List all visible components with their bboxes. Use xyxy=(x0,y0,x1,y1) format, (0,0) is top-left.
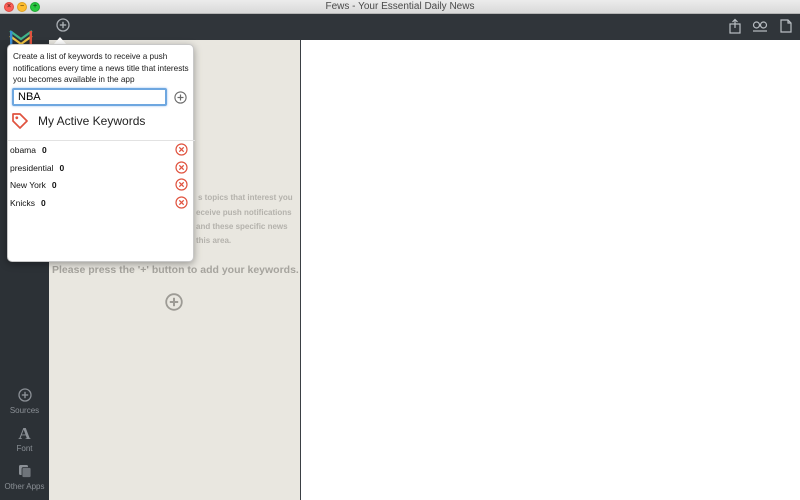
tag-icon xyxy=(12,113,28,129)
remove-keyword-icon[interactable] xyxy=(175,195,188,209)
empty-state-title: Please press the '+' button to add your … xyxy=(52,264,299,276)
sidebar-item-label: Font xyxy=(16,444,33,453)
apps-stack-icon xyxy=(18,465,31,478)
share-icon[interactable] xyxy=(727,18,743,34)
keyword-list: obama 0 presidential 0 New York 0 Knicks 0 xyxy=(8,140,195,211)
font-a-icon: A xyxy=(18,424,31,443)
keyword-name: Knicks xyxy=(10,197,36,208)
sidebar-item-font[interactable]: A Font xyxy=(0,424,49,453)
keyword-count: 0 xyxy=(41,197,46,208)
sidebar-item-label: Other Apps xyxy=(4,482,45,491)
remove-keyword-icon[interactable] xyxy=(175,143,188,156)
keyword-row: Knicks 0 xyxy=(8,194,195,212)
keyword-name: obama xyxy=(10,145,36,155)
document-icon[interactable] xyxy=(778,18,794,34)
empty-state-hint-line: eceive push notifications xyxy=(196,208,292,217)
empty-state-hint-line: s topics that interest you xyxy=(198,193,293,202)
empty-state-hint-line: this area. xyxy=(196,236,232,245)
keyword-row: obama 0 xyxy=(8,141,195,159)
remove-keyword-icon[interactable] xyxy=(175,160,188,174)
sidebar-item-sources[interactable]: Sources xyxy=(0,388,49,415)
keyword-name: New York xyxy=(10,180,46,190)
window-title: Fews - Your Essential Daily News xyxy=(325,1,475,12)
popover-description: Create a list of keywords to receive a p… xyxy=(13,52,189,84)
sidebar-item-label: Sources xyxy=(9,406,40,415)
remove-keyword-icon[interactable] xyxy=(175,178,188,191)
keyword-count: 0 xyxy=(51,180,57,190)
keyword-input[interactable] xyxy=(12,88,167,106)
sidebar-item-other-apps[interactable]: Other Apps xyxy=(0,464,49,491)
active-keywords-title: My Active Keywords xyxy=(38,114,146,128)
add-keyword-button[interactable] xyxy=(174,91,187,104)
title-bar: × − + Fews - Your Essential Daily News xyxy=(0,0,800,14)
toolbar xyxy=(0,14,800,40)
keyword-count: 0 xyxy=(59,162,65,173)
empty-state-hint-line: and these specific news xyxy=(196,222,288,231)
article-reader-pane xyxy=(301,40,800,500)
reader-glasses-icon[interactable] xyxy=(752,18,768,34)
plus-circle-icon xyxy=(17,388,32,402)
plus-circle-icon[interactable] xyxy=(56,18,70,32)
add-keyword-plus-icon[interactable] xyxy=(165,293,183,311)
keywords-popover: Create a list of keywords to receive a p… xyxy=(7,44,195,262)
keyword-count: 0 xyxy=(42,145,47,155)
keyword-row: presidential 0 xyxy=(8,159,195,177)
keyword-name: presidential xyxy=(10,162,54,173)
keyword-row: New York 0 xyxy=(8,176,195,194)
